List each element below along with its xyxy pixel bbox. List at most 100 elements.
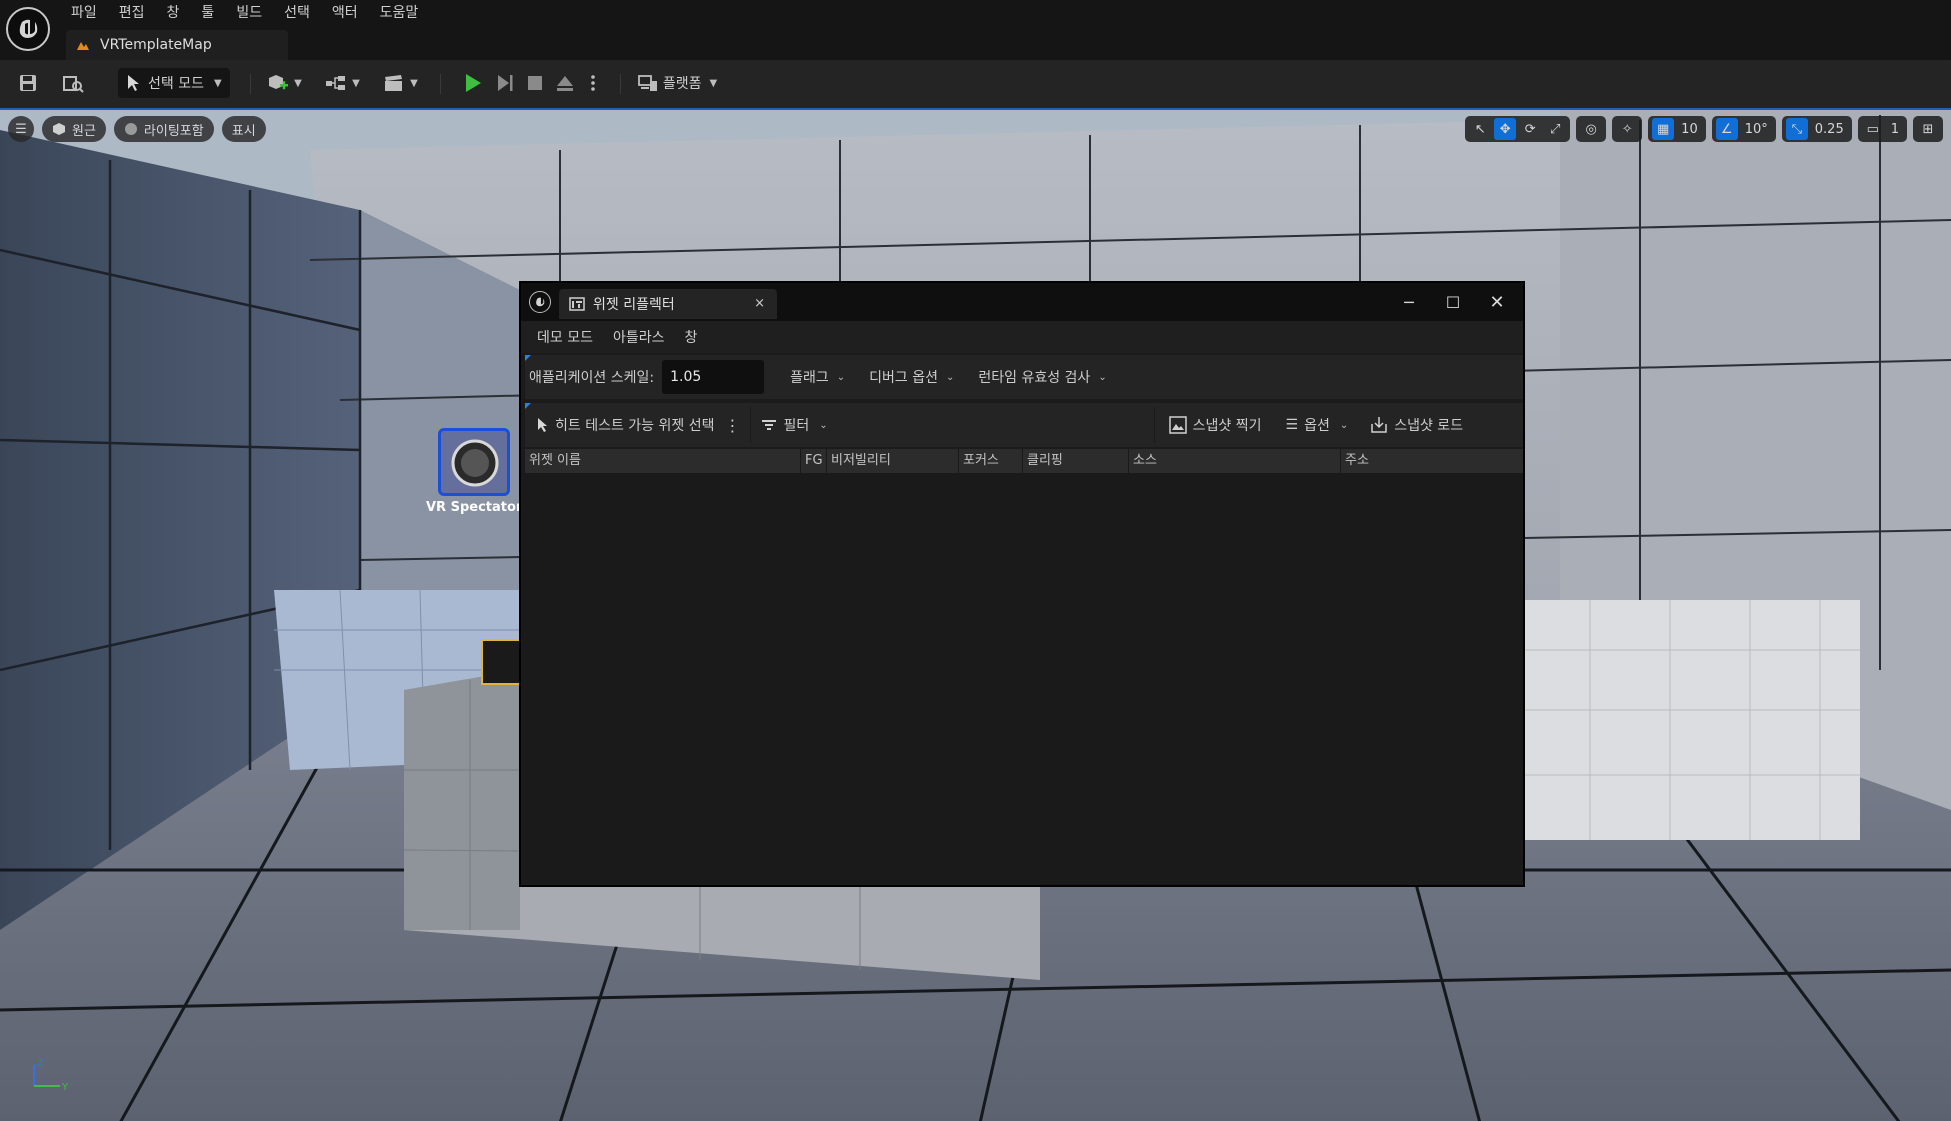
- play-icon: [466, 74, 481, 92]
- camera-icon[interactable]: ▭: [1862, 118, 1884, 140]
- options-label: 옵션: [1304, 418, 1330, 434]
- add-actor-button[interactable]: ▼: [264, 68, 304, 98]
- widget-reflector-tab[interactable]: 위젯 리플렉터 ×: [559, 289, 777, 319]
- perspective-label: 원근: [72, 123, 96, 139]
- platforms-dropdown[interactable]: 플랫폼 ▼: [636, 68, 718, 98]
- maximize-icon[interactable]: ☐: [1433, 289, 1473, 315]
- pick-hit-testable-label: 히트 테스트 가능 위젯 선택: [555, 418, 715, 434]
- scale-snap-icon[interactable]: ⤡: [1785, 118, 1808, 140]
- angle-icon[interactable]: ∠: [1715, 118, 1738, 140]
- level-viewport[interactable]: ☰ 원근 라이팅포함 표시 ↖ ✥ ⟳ ⤢ ◎ ✧ ▦ 10 ∠ 10° ⤡ 0…: [0, 108, 1951, 1121]
- save-icon[interactable]: [14, 68, 42, 98]
- select-cursor-icon[interactable]: ↖: [1469, 118, 1491, 140]
- surface-snapping: ✧: [1612, 116, 1643, 142]
- kebab-menu-icon[interactable]: ⋮: [724, 416, 740, 435]
- viewport-menu-button[interactable]: ☰: [8, 116, 34, 142]
- toolbar-divider: [750, 407, 752, 443]
- play-options-button[interactable]: [584, 68, 602, 98]
- level-tab-label: VRTemplateMap: [100, 37, 212, 53]
- menu-edit[interactable]: 편집: [108, 0, 156, 28]
- advance-frame-button[interactable]: [492, 68, 518, 98]
- layout-grid-icon[interactable]: ⊞: [1917, 118, 1939, 140]
- show-flags-label: 표시: [231, 123, 256, 139]
- blueprint-icon: [326, 76, 346, 90]
- surface-snap-icon[interactable]: ✧: [1616, 118, 1638, 140]
- eject-button[interactable]: [552, 68, 578, 98]
- load-snapshot-label: 스냅샷 로드: [1394, 418, 1464, 434]
- widget-reflector-window: 위젯 리플렉터 × ─ ☐ ✕ 데모 모드 아틀라스 창 애플리케이션 스케일:…: [519, 281, 1525, 887]
- perspective-button[interactable]: 원근: [42, 116, 106, 142]
- column-address[interactable]: 주소: [1341, 449, 1523, 473]
- options-dropdown[interactable]: ☰ 옵션 ⌄: [1286, 415, 1349, 435]
- filter-dropdown[interactable]: 필터 ⌄: [761, 415, 828, 435]
- menu-demo-mode[interactable]: 데모 모드: [527, 327, 603, 347]
- debug-options-dropdown[interactable]: 디버그 옵션 ⌄: [869, 367, 954, 387]
- menu-help[interactable]: 도움말: [369, 0, 430, 28]
- main-toolbar: 선택 모드 ▼ ▼ ▼ ▼ 플랫폼 ▼: [0, 60, 1951, 108]
- scale-icon[interactable]: ⤢: [1544, 118, 1566, 140]
- chevron-down-icon: ⌄: [1098, 371, 1107, 383]
- show-flags-button[interactable]: 표시: [221, 116, 266, 142]
- pick-hit-testable-button[interactable]: 히트 테스트 가능 위젯 선택: [537, 415, 714, 435]
- column-widget-name[interactable]: 위젯 이름: [525, 449, 801, 473]
- minimize-icon[interactable]: ─: [1389, 289, 1429, 315]
- column-fg[interactable]: FG: [801, 449, 827, 473]
- add-cube-icon: [269, 75, 289, 90]
- globe-icon[interactable]: ◎: [1580, 118, 1602, 140]
- rotation-snap-value[interactable]: 10°: [1741, 122, 1772, 137]
- close-tab-icon[interactable]: ×: [754, 296, 765, 311]
- menu-window[interactable]: 창: [675, 327, 708, 347]
- menu-build[interactable]: 빌드: [225, 0, 273, 28]
- viewport-toolbar-right: ↖ ✥ ⟳ ⤢ ◎ ✧ ▦ 10 ∠ 10° ⤡ 0.25 ▭ 1 ⊞: [1465, 116, 1943, 142]
- column-clipping[interactable]: 클리핑: [1023, 449, 1129, 473]
- platforms-label: 플랫폼: [662, 76, 702, 92]
- level-tab[interactable]: VRTemplateMap: [66, 30, 288, 60]
- cursor-icon: [538, 418, 547, 432]
- grid-icon[interactable]: ▦: [1652, 118, 1675, 140]
- transform-tools: ↖ ✥ ⟳ ⤢: [1465, 116, 1571, 142]
- move-icon[interactable]: ✥: [1494, 118, 1517, 140]
- widget-reflector-titlebar[interactable]: 위젯 리플렉터 × ─ ☐ ✕: [521, 283, 1523, 321]
- column-focus[interactable]: 포커스: [959, 449, 1023, 473]
- menu-window[interactable]: 창: [156, 0, 191, 28]
- runtime-validation-dropdown[interactable]: 런타임 유효성 검사 ⌄: [978, 367, 1106, 387]
- menu-select[interactable]: 선택: [273, 0, 321, 28]
- camera-speed-value[interactable]: 1: [1887, 122, 1903, 137]
- widget-tree-list[interactable]: [525, 473, 1523, 883]
- rotation-snap: ∠ 10°: [1711, 116, 1776, 142]
- chevron-down-icon: ▼: [294, 77, 302, 89]
- close-window-icon[interactable]: ✕: [1477, 289, 1517, 315]
- scale-snap-value[interactable]: 0.25: [1811, 122, 1848, 137]
- grid-snap-value[interactable]: 10: [1677, 122, 1702, 137]
- blueprint-button[interactable]: ▼: [322, 68, 362, 98]
- content-browser-icon[interactable]: [58, 68, 88, 98]
- cinematics-button[interactable]: ▼: [380, 68, 420, 98]
- unreal-logo-icon[interactable]: [6, 7, 50, 51]
- vr-spectator-label: VR Spectator: [426, 500, 523, 515]
- flags-dropdown[interactable]: 플래그 ⌄: [790, 367, 845, 387]
- lighting-mode-button[interactable]: 라이팅포함: [113, 116, 214, 142]
- load-snapshot-button[interactable]: 스냅샷 로드: [1370, 415, 1463, 435]
- menu-actor[interactable]: 액터: [321, 0, 369, 28]
- column-source[interactable]: 소스: [1129, 449, 1341, 473]
- toolbar-divider: [440, 74, 441, 94]
- take-snapshot-label: 스냅샷 찍기: [1192, 418, 1262, 434]
- menu-atlas[interactable]: 아틀라스: [603, 327, 675, 347]
- menu-file[interactable]: 파일: [60, 0, 108, 28]
- axis-y-label: Y: [61, 1082, 69, 1093]
- take-snapshot-button[interactable]: 스냅샷 찍기: [1168, 415, 1262, 435]
- rotate-icon[interactable]: ⟳: [1519, 118, 1541, 140]
- selection-mode-dropdown[interactable]: 선택 모드 ▼: [118, 68, 230, 98]
- list-icon: ☰: [1285, 417, 1299, 433]
- column-visibility[interactable]: 비저빌리티: [827, 449, 959, 473]
- load-snapshot-icon: [1371, 417, 1387, 433]
- toolbar-divider: [1153, 407, 1155, 443]
- app-scale-input[interactable]: 1.05: [662, 360, 765, 394]
- camera-speed: ▭ 1: [1857, 116, 1907, 142]
- cube-icon: [53, 123, 65, 135]
- filter-label: 필터: [783, 418, 810, 434]
- play-button[interactable]: [460, 68, 486, 98]
- menu-tools[interactable]: 툴: [190, 0, 225, 28]
- stop-button[interactable]: [522, 68, 548, 98]
- chevron-down-icon: ▼: [410, 77, 418, 89]
